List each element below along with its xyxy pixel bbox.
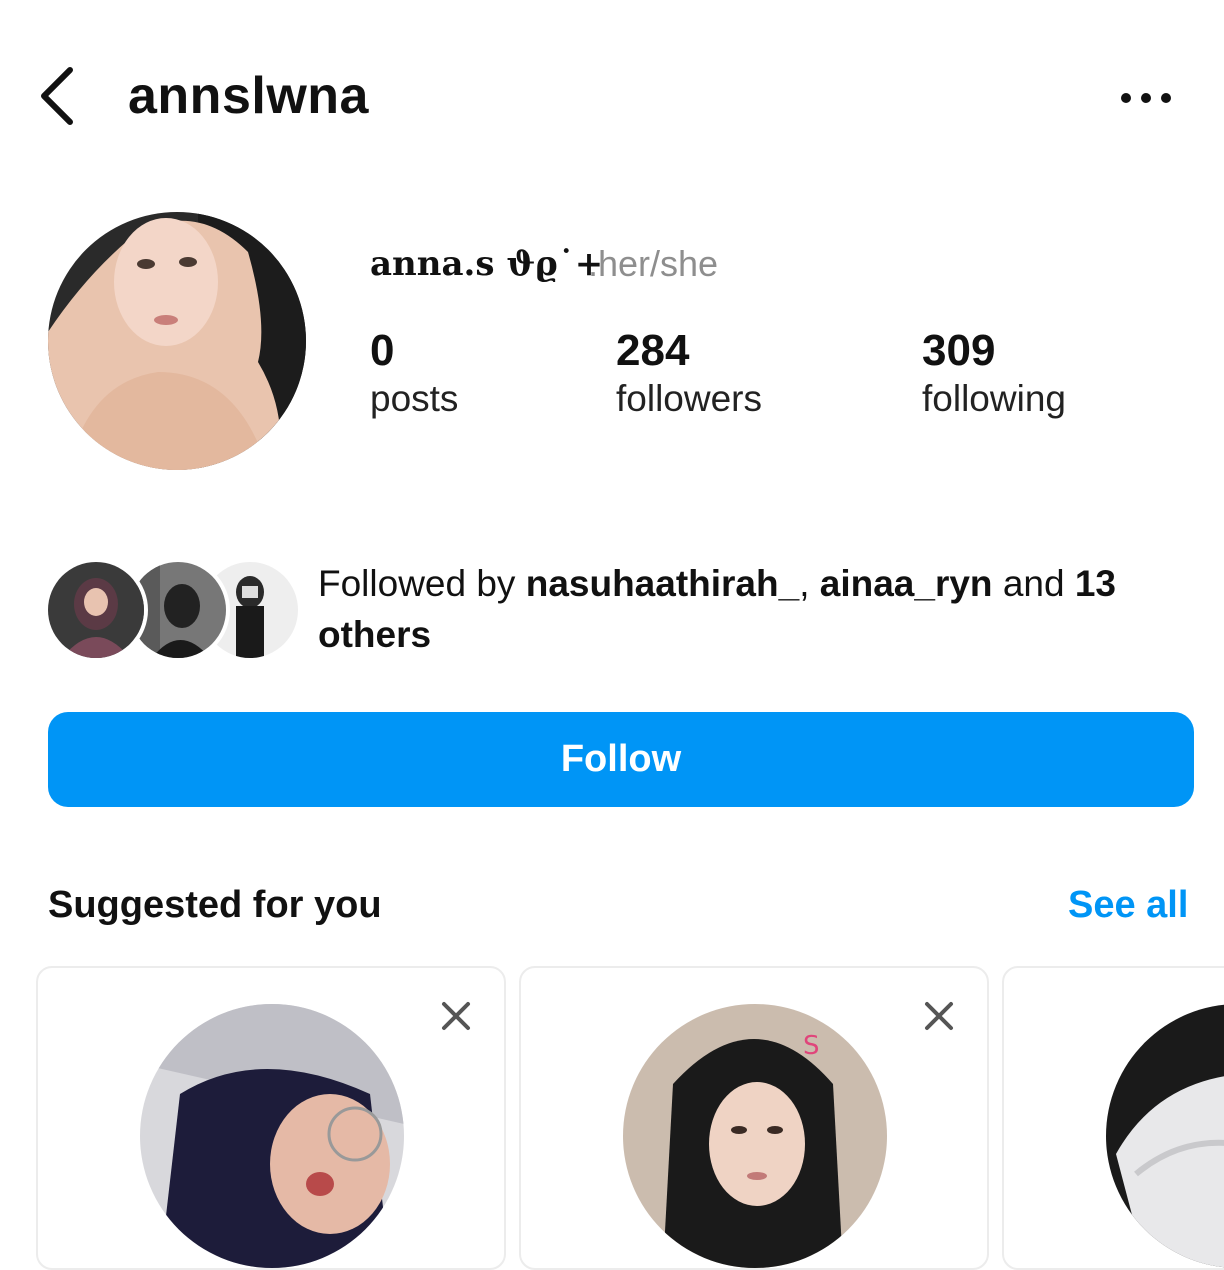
stat-label: following: [922, 378, 1066, 419]
back-button[interactable]: [36, 64, 84, 128]
ellipsis-icon: [1121, 93, 1171, 103]
stat-label: followers: [616, 378, 762, 419]
suggested-avatar[interactable]: S: [623, 1004, 887, 1268]
close-icon: [925, 1002, 953, 1030]
and-text: and: [992, 563, 1075, 604]
suggested-card[interactable]: [36, 966, 506, 1270]
stat-value: 284: [616, 326, 690, 375]
suggested-avatar[interactable]: [140, 1004, 404, 1268]
stat-value: 0: [370, 326, 395, 375]
see-all-link[interactable]: See all: [1068, 884, 1188, 927]
dismiss-button[interactable]: [919, 996, 959, 1036]
mutual-user-link[interactable]: ainaa_ryn: [820, 563, 993, 604]
suggested-card[interactable]: S: [519, 966, 989, 1270]
dismiss-button[interactable]: [436, 996, 476, 1036]
suggested-avatar[interactable]: [1106, 1004, 1224, 1268]
mutual-avatar: [44, 558, 148, 662]
separator: ,: [799, 563, 820, 604]
display-name: anna.s ϑϱ˙+: [370, 244, 604, 284]
close-icon: [442, 1002, 470, 1030]
pronouns: .her/she: [588, 243, 719, 284]
followed-by-text[interactable]: Followed by nasuhaathirah_, ainaa_ryn an…: [318, 558, 1198, 660]
more-options-button[interactable]: [1116, 82, 1176, 114]
stat-posts[interactable]: 0 posts: [370, 328, 458, 424]
follow-button[interactable]: Follow: [48, 712, 1194, 807]
stat-label: posts: [370, 378, 459, 419]
stat-following[interactable]: 309 following: [922, 328, 1066, 424]
stat-value: 309: [922, 326, 996, 375]
suggested-card[interactable]: [1002, 966, 1224, 1270]
stat-followers[interactable]: 284 followers: [616, 328, 762, 424]
followed-by-prefix: Followed by: [318, 563, 526, 604]
mutual-user-link[interactable]: nasuhaathirah_: [526, 563, 799, 604]
chevron-left-icon: [41, 67, 73, 125]
profile-username: annslwna: [128, 67, 369, 125]
svg-text:S: S: [803, 1031, 820, 1061]
suggested-title: Suggested for you: [48, 884, 382, 926]
profile-avatar[interactable]: [48, 212, 306, 470]
